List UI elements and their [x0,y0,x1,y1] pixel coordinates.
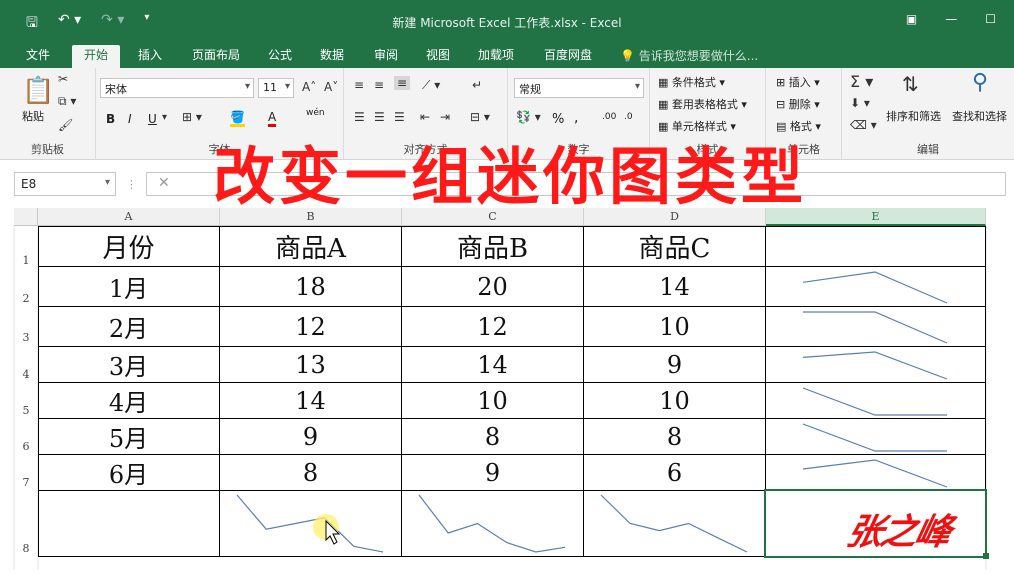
author-signature: 张之峰 [842,511,954,553]
tutorial-headline: 改变一组迷你图类型 [212,140,807,213]
mouse-cursor [313,514,341,545]
excel-window: 🖫 ↶ ▾ ↷ ▾ ▾ 新建 Microsoft Excel 工作表.xlsx … [0,0,1014,587]
